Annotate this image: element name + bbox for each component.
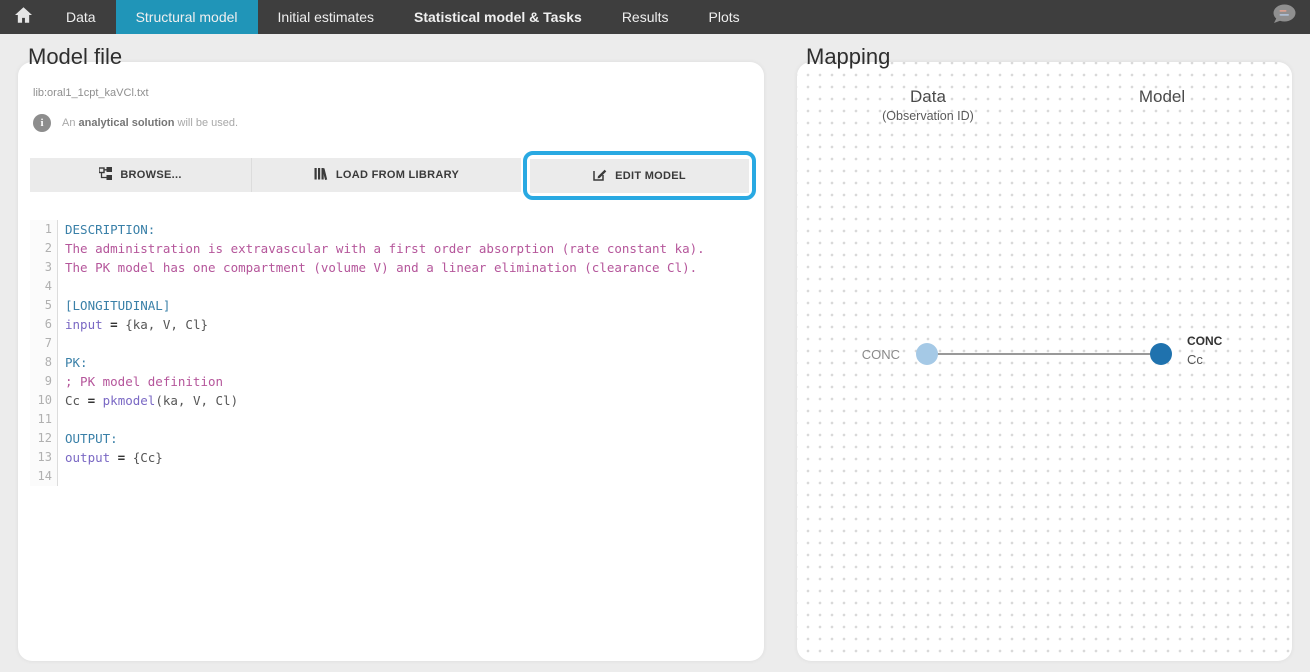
code-line: 2The administration is extravascular wit…: [30, 239, 742, 258]
chat-bubble-icon: [1271, 4, 1297, 30]
library-label: LOAD FROM LIBRARY: [336, 169, 459, 181]
line-number: 14: [30, 467, 58, 486]
line-number: 5: [30, 296, 58, 315]
library-books-icon: [314, 167, 328, 183]
mapping-model-sublabel: Cc: [1187, 352, 1203, 367]
code-line: 3The PK model has one compartment (volum…: [30, 258, 742, 277]
model-code-editor[interactable]: 1DESCRIPTION:2The administration is extr…: [30, 220, 742, 486]
home-button[interactable]: [0, 0, 46, 34]
analytical-solution-note: i An analytical solution will be used.: [33, 114, 238, 132]
line-number: 9: [30, 372, 58, 391]
browse-icon: [99, 167, 112, 183]
line-content: [58, 467, 73, 486]
tab-results[interactable]: Results: [602, 0, 689, 34]
line-number: 8: [30, 353, 58, 372]
code-line: 7: [30, 334, 742, 353]
mapping-panel: Data (Observation ID) Model CONC CONC Cc: [797, 62, 1292, 661]
mapping-model-header: Model: [1082, 87, 1242, 107]
code-line: 4: [30, 277, 742, 296]
line-content: DESCRIPTION:: [58, 220, 155, 239]
feedback-button[interactable]: [1271, 0, 1310, 34]
line-number: 6: [30, 315, 58, 334]
line-number: 3: [30, 258, 58, 277]
mapping-link-line: [927, 353, 1161, 355]
line-content: OUTPUT:: [58, 429, 118, 448]
code-line: 13output = {Cc}: [30, 448, 742, 467]
line-number: 10: [30, 391, 58, 410]
line-content: [LONGITUDINAL]: [58, 296, 170, 315]
line-content: The PK model has one compartment (volume…: [58, 258, 697, 277]
mapping-data-label: CONC: [815, 332, 900, 376]
line-number: 7: [30, 334, 58, 353]
tab-data[interactable]: Data: [46, 0, 116, 34]
mapping-data-subheader: (Observation ID): [848, 109, 1008, 123]
code-line: 1DESCRIPTION:: [30, 220, 742, 239]
tab-statistical-model-tasks[interactable]: Statistical model & Tasks: [394, 0, 602, 34]
line-number: 12: [30, 429, 58, 448]
edit-model-button[interactable]: EDIT MODEL: [530, 159, 749, 193]
code-line: 14: [30, 467, 742, 486]
line-number: 2: [30, 239, 58, 258]
mapping-row: CONC CONC Cc: [797, 332, 1292, 376]
edit-model-highlight: EDIT MODEL: [523, 151, 756, 200]
nav-tabs: DataStructural modelInitial estimatesSta…: [46, 0, 760, 34]
model-filename: lib:oral1_1cpt_kaVCl.txt: [33, 87, 149, 99]
code-line: 8PK:: [30, 353, 742, 372]
line-number: 1: [30, 220, 58, 239]
mapping-model-label: CONC: [1187, 334, 1222, 348]
tab-plots[interactable]: Plots: [689, 0, 760, 34]
info-icon: i: [33, 114, 51, 132]
mapping-data-dot[interactable]: [916, 343, 938, 365]
line-content: input = {ka, V, Cl}: [58, 315, 208, 334]
home-icon: [15, 7, 32, 28]
line-content: [58, 334, 73, 353]
line-content: Cc = pkmodel(ka, V, Cl): [58, 391, 238, 410]
line-content: PK:: [58, 353, 88, 372]
code-line: 9; PK model definition: [30, 372, 742, 391]
line-number: 4: [30, 277, 58, 296]
browse-button[interactable]: BROWSE...: [30, 158, 252, 192]
line-content: ; PK model definition: [58, 372, 223, 391]
line-content: [58, 277, 73, 296]
mapping-model-dot[interactable]: [1150, 343, 1172, 365]
browse-label: BROWSE...: [120, 169, 181, 181]
mapping-data-header: Data: [848, 87, 1008, 107]
code-line: 11: [30, 410, 742, 429]
code-line: 10Cc = pkmodel(ka, V, Cl): [30, 391, 742, 410]
edit-pencil-icon: [593, 167, 607, 184]
line-number: 11: [30, 410, 58, 429]
code-line: 5[LONGITUDINAL]: [30, 296, 742, 315]
model-file-panel: lib:oral1_1cpt_kaVCl.txt i An analytical…: [18, 62, 764, 661]
load-from-library-button[interactable]: LOAD FROM LIBRARY: [252, 158, 521, 192]
line-content: The administration is extravascular with…: [58, 239, 705, 258]
tab-structural-model[interactable]: Structural model: [116, 0, 258, 34]
top-navbar: DataStructural modelInitial estimatesSta…: [0, 0, 1310, 34]
line-content: output = {Cc}: [58, 448, 163, 467]
info-text: An analytical solution will be used.: [62, 117, 238, 129]
model-file-title: Model file: [28, 44, 122, 70]
code-line: 12OUTPUT:: [30, 429, 742, 448]
line-number: 13: [30, 448, 58, 467]
edit-model-label: EDIT MODEL: [615, 170, 686, 182]
tab-initial-estimates[interactable]: Initial estimates: [258, 0, 394, 34]
code-line: 6input = {ka, V, Cl}: [30, 315, 742, 334]
mapping-title: Mapping: [806, 44, 890, 70]
line-content: [58, 410, 73, 429]
